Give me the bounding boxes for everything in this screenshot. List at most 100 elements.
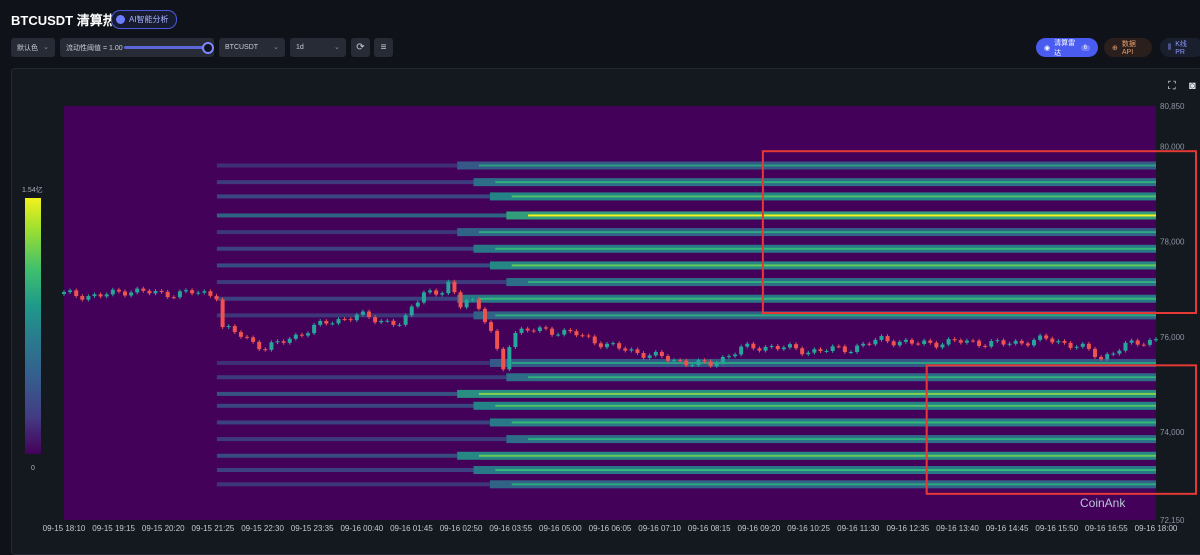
candle-body bbox=[452, 281, 457, 293]
liquidation-band-early bbox=[216, 482, 490, 487]
candle-body bbox=[1080, 343, 1085, 347]
candle-body bbox=[434, 290, 439, 295]
liquidation-band-core bbox=[495, 247, 1157, 250]
x-tick-label: 09-16 03:55 bbox=[489, 524, 532, 533]
y-tick-label: 74,000 bbox=[1160, 428, 1185, 437]
candle-body bbox=[1141, 344, 1146, 346]
candle-body bbox=[1044, 335, 1049, 339]
candle-body bbox=[916, 343, 921, 345]
candle-body bbox=[123, 291, 128, 296]
x-tick-label: 09-15 23:35 bbox=[291, 524, 334, 533]
candle-body bbox=[214, 295, 219, 300]
candle-body bbox=[861, 343, 866, 346]
x-tick-label: 09-16 16:55 bbox=[1085, 524, 1128, 533]
liquidation-band-early bbox=[216, 360, 490, 365]
liquidation-band-core bbox=[511, 483, 1157, 486]
candle-body bbox=[934, 342, 939, 348]
candle-body bbox=[1074, 346, 1079, 348]
x-tick-label: 09-16 02:50 bbox=[440, 524, 483, 533]
x-tick-label: 09-16 10:25 bbox=[787, 524, 830, 533]
x-tick-label: 09-16 12:35 bbox=[886, 524, 929, 533]
candle-body bbox=[714, 362, 719, 366]
candle-body bbox=[257, 341, 262, 350]
x-tick-label: 09-16 00:40 bbox=[340, 524, 383, 533]
candle-body bbox=[196, 292, 201, 294]
liquidation-band-core bbox=[511, 421, 1157, 424]
candle-body bbox=[617, 343, 622, 349]
candle-body bbox=[458, 292, 463, 308]
candle-body bbox=[68, 290, 73, 293]
candle-body bbox=[464, 299, 469, 308]
candle-body bbox=[659, 351, 664, 357]
candle-body bbox=[769, 346, 774, 348]
candle-body bbox=[287, 338, 292, 343]
candle-body bbox=[281, 341, 286, 343]
candle-body bbox=[653, 351, 658, 356]
candle-body bbox=[562, 329, 567, 335]
candle-body bbox=[586, 335, 591, 337]
x-tick-label: 09-15 20:20 bbox=[142, 524, 185, 533]
candle-body bbox=[92, 294, 97, 297]
candle-body bbox=[995, 340, 1000, 342]
liquidation-band-early bbox=[216, 194, 490, 199]
candle-body bbox=[800, 348, 805, 355]
candle-body bbox=[342, 319, 347, 321]
x-tick-label: 09-15 19:15 bbox=[92, 524, 135, 533]
liquidation-band-core bbox=[478, 164, 1157, 167]
candle-body bbox=[318, 321, 323, 325]
candle-body bbox=[537, 327, 542, 332]
liquidation-band-core bbox=[511, 361, 1157, 364]
candle-body bbox=[690, 365, 695, 367]
candle-body bbox=[428, 290, 433, 293]
candle-body bbox=[574, 331, 579, 336]
candle-body bbox=[1025, 343, 1030, 346]
candle-body bbox=[635, 349, 640, 353]
candle-body bbox=[409, 306, 414, 316]
candle-body bbox=[1050, 338, 1055, 343]
candle-body bbox=[775, 346, 780, 350]
liquidation-band-core bbox=[478, 231, 1157, 234]
candle-body bbox=[391, 320, 396, 325]
liquidation-band-core bbox=[511, 264, 1157, 267]
candle-body bbox=[983, 345, 988, 347]
candle-body bbox=[1013, 340, 1018, 344]
candle-body bbox=[611, 343, 616, 345]
candle-body bbox=[147, 290, 152, 294]
candle-body bbox=[1001, 340, 1006, 345]
candle-body bbox=[293, 334, 298, 339]
candle-body bbox=[519, 328, 524, 333]
candle-body bbox=[177, 291, 182, 298]
candle-body bbox=[952, 339, 957, 341]
liquidation-band-early bbox=[216, 420, 490, 425]
candle-body bbox=[275, 341, 280, 343]
candle-body bbox=[263, 349, 268, 351]
liquidation-band-core bbox=[495, 314, 1157, 317]
candle-body bbox=[330, 323, 335, 325]
candle-body bbox=[153, 291, 158, 294]
candle-body bbox=[299, 334, 304, 336]
watermark: CoinAnk bbox=[1080, 496, 1126, 510]
candle-body bbox=[226, 326, 231, 328]
candle-body bbox=[830, 346, 835, 351]
candle-body bbox=[110, 289, 115, 295]
candle-body bbox=[940, 344, 945, 348]
liquidation-heatmap-chart[interactable]: 80,85080,00078,00076,00074,00072,150 09-… bbox=[0, 0, 1200, 549]
candle-body bbox=[360, 311, 365, 315]
candle-body bbox=[672, 360, 677, 362]
liquidation-band-core bbox=[478, 297, 1157, 300]
liquidation-band-early bbox=[216, 246, 474, 251]
candle-body bbox=[604, 343, 609, 348]
candle-body bbox=[501, 348, 506, 370]
candle-body bbox=[440, 293, 445, 295]
x-tick-label: 09-16 13:40 bbox=[936, 524, 979, 533]
candle-body bbox=[763, 346, 768, 351]
candle-body bbox=[208, 291, 213, 296]
candle-body bbox=[739, 346, 744, 355]
liquidation-band-core bbox=[478, 454, 1157, 457]
candle-body bbox=[665, 356, 670, 361]
candle-body bbox=[141, 288, 146, 291]
candle-body bbox=[1062, 341, 1067, 343]
y-tick-label: 76,000 bbox=[1160, 333, 1185, 342]
candle-body bbox=[324, 321, 329, 324]
liquidation-band-core bbox=[495, 404, 1157, 407]
